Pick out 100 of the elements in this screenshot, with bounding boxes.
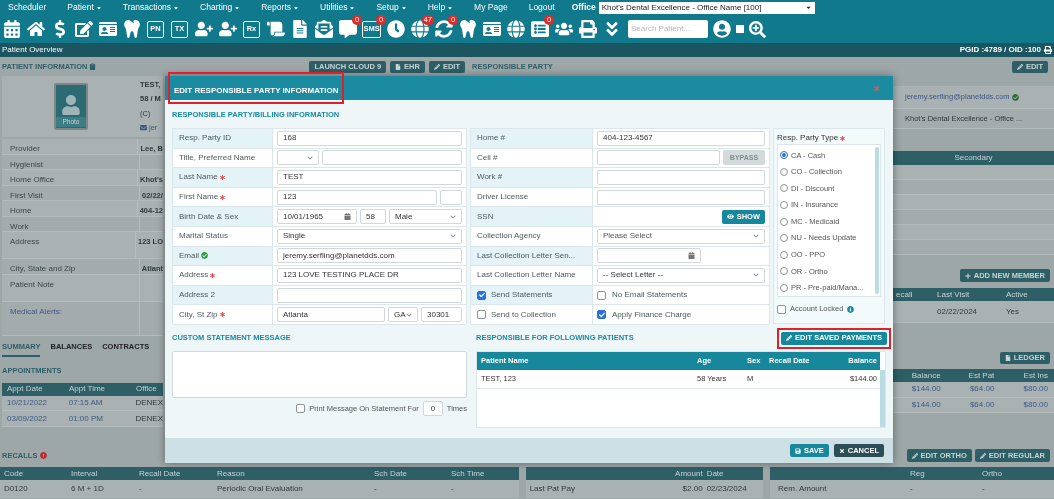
text-field[interactable] xyxy=(597,150,720,166)
user-search-icon[interactable] xyxy=(713,20,731,38)
menu-item[interactable]: Logout xyxy=(528,1,555,14)
clipboard-icon[interactable] xyxy=(89,63,97,70)
select-field[interactable]: -- Select Letter -- xyxy=(597,267,765,283)
id-card-icon[interactable] xyxy=(98,20,117,38)
tooth-icon[interactable] xyxy=(122,20,141,38)
home-icon[interactable] xyxy=(26,20,45,38)
field-label: Resp. Party Type xyxy=(777,132,839,144)
column-header: Ortho xyxy=(982,467,1003,480)
state-select[interactable]: GA xyxy=(388,307,418,323)
search-icon[interactable] xyxy=(749,20,766,38)
field-label: Home Office xyxy=(10,175,55,184)
text-field[interactable]: 404-123-4567 xyxy=(597,130,765,146)
chat-icon[interactable] xyxy=(338,20,357,38)
checkbox[interactable] xyxy=(477,310,486,320)
field-label: Last Name xyxy=(179,171,218,184)
text-field[interactable] xyxy=(597,189,765,205)
info-icon[interactable] xyxy=(847,305,855,313)
table-cell-text: D0120 xyxy=(3,483,29,495)
text-field[interactable] xyxy=(440,189,462,205)
text-field[interactable]: TEST xyxy=(277,170,462,185)
tooth-icon[interactable] xyxy=(458,20,477,38)
column-header: Reason xyxy=(216,467,246,480)
menu-item[interactable]: Utilities xyxy=(320,1,356,14)
field-label: Work xyxy=(10,221,29,231)
menu-item[interactable]: Transactions xyxy=(122,1,180,14)
refresh-icon[interactable] xyxy=(434,20,453,38)
checkbox-label: Send to Collection xyxy=(491,308,556,321)
id-card-icon[interactable] xyxy=(482,20,501,38)
scrollbar[interactable] xyxy=(880,370,885,427)
checkbox[interactable] xyxy=(597,310,606,320)
envelope-icon[interactable] xyxy=(314,20,333,38)
column-header: Sch Time xyxy=(450,467,486,480)
text-field[interactable] xyxy=(277,287,462,303)
column-header: Last Visit xyxy=(936,288,971,301)
add-user-icon[interactable] xyxy=(218,20,237,38)
sex-select[interactable]: Male xyxy=(389,209,462,225)
scroll-icon[interactable] xyxy=(266,20,285,38)
checkbox-label: Apply Finance Charge xyxy=(612,308,692,321)
office-select[interactable]: Khot's Dental Excellence - Office Name [100] xyxy=(598,1,815,14)
table-cell-text: 02/22/2024 xyxy=(936,305,979,318)
field-label: Address 2 xyxy=(179,289,216,302)
text-field[interactable]: 30301 xyxy=(421,307,462,323)
text-field[interactable]: jeremy.serfling@planetdds.com xyxy=(277,248,462,264)
globe-icon[interactable] xyxy=(506,20,525,38)
printer-icon[interactable] xyxy=(578,20,597,38)
field-label: Home # xyxy=(477,132,505,145)
table-cell-text: - xyxy=(982,483,986,495)
checkbox[interactable] xyxy=(777,304,786,314)
menu-item[interactable]: Help xyxy=(427,1,454,14)
list-icon[interactable] xyxy=(530,20,549,38)
menu-item[interactable]: Patient xyxy=(67,1,102,14)
menu-item[interactable]: Setup xyxy=(376,1,407,14)
menu-item[interactable]: Charting xyxy=(200,1,241,14)
date-field[interactable]: 10/01/1965 xyxy=(277,209,357,225)
text-field[interactable]: 123 xyxy=(277,189,437,205)
printer-icon[interactable] xyxy=(1044,46,1052,54)
column-header: Active xyxy=(1006,288,1029,301)
field-label: Address xyxy=(179,269,209,282)
scrollbar[interactable] xyxy=(875,147,879,294)
document-icon[interactable] xyxy=(290,20,309,38)
calendar-icon[interactable] xyxy=(2,20,21,38)
globe-icon[interactable] xyxy=(410,20,429,38)
field-label: Birth Date & Sex xyxy=(179,210,239,223)
checkbox[interactable] xyxy=(296,404,306,413)
table-cell-text: $144.00 xyxy=(910,398,942,411)
people-icon[interactable] xyxy=(554,20,573,38)
text-field[interactable]: 123 LOVE TESTING PLACE DR xyxy=(277,267,462,283)
clock-icon[interactable] xyxy=(386,20,405,38)
checkbox[interactable] xyxy=(477,290,486,300)
times-field[interactable]: 0 xyxy=(422,401,443,416)
checkbox[interactable] xyxy=(597,290,606,300)
close-icon xyxy=(838,447,845,454)
table-cell-text: 03/09/2022 xyxy=(6,412,49,425)
menu-item[interactable]: My Page xyxy=(474,1,508,14)
text-field[interactable]: Atlanta xyxy=(277,307,385,323)
field-label: Email xyxy=(179,249,199,262)
field-label: Last Collection Letter Sen... xyxy=(477,249,576,262)
field-label: First Visit xyxy=(10,190,43,200)
add-user-icon[interactable] xyxy=(194,20,213,38)
table-cell-text: - xyxy=(910,483,914,495)
menu-item[interactable]: Reports xyxy=(261,1,299,14)
office-label: Office xyxy=(571,1,596,14)
calendar-icon[interactable] xyxy=(688,252,695,260)
text-field[interactable] xyxy=(322,150,462,166)
caret-icon xyxy=(406,311,412,318)
text-field[interactable] xyxy=(597,170,765,185)
plus-icon xyxy=(964,272,971,279)
edit-icon[interactable] xyxy=(74,20,93,38)
envelope-icon xyxy=(140,123,147,131)
date-field[interactable] xyxy=(597,248,701,264)
checkbox-icon[interactable] xyxy=(736,25,744,33)
checkbox-label: No Email Statements xyxy=(612,289,688,302)
select-field[interactable]: Single xyxy=(277,228,462,244)
medical-alerts-link[interactable]: Medical Alerts: xyxy=(10,306,63,316)
calendar-icon[interactable] xyxy=(344,213,351,221)
menu-item[interactable]: Scheduler xyxy=(8,1,47,14)
field-label: City, State and Zip xyxy=(10,264,76,273)
column-header: Code xyxy=(3,467,25,480)
